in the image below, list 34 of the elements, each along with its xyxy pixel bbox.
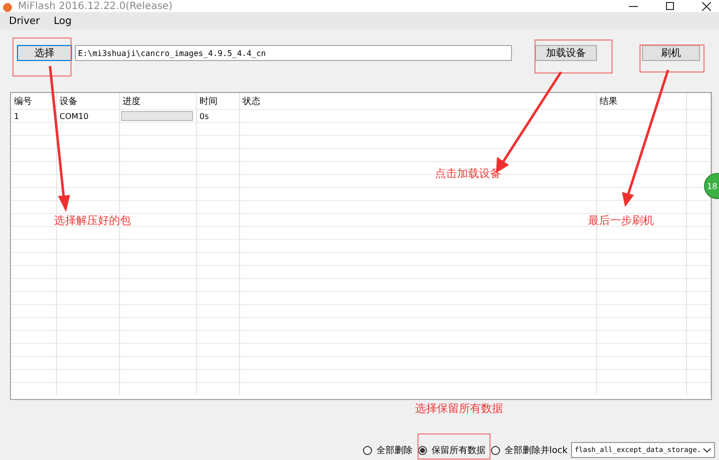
- close-icon[interactable]: [702, 2, 711, 10]
- column-header: 时间: [196, 93, 239, 110]
- highlight-box: [640, 44, 704, 72]
- flash-button[interactable]: 刷机: [642, 45, 700, 61]
- table-cell: COM10: [56, 110, 119, 122]
- menu-item[interactable]: Log: [46, 16, 79, 26]
- radio-button[interactable]: [491, 446, 500, 454]
- app-logo-icon: [3, 3, 12, 12]
- column-header: 结果: [596, 93, 686, 110]
- radio-label: 全部删除并lock: [504, 444, 568, 456]
- radio-label: 全部删除: [376, 444, 412, 456]
- load-device-button[interactable]: 加载设备: [535, 45, 597, 61]
- annotation-text: 最后一步刷机: [588, 213, 654, 228]
- table-cell: 1: [11, 110, 56, 122]
- window-title: MiFlash 2016.12.22.0(Release): [18, 1, 172, 12]
- menu-item[interactable]: Driver: [2, 16, 47, 26]
- radio-option[interactable]: 全部删除并lock: [491, 444, 568, 456]
- maximize-icon[interactable]: [666, 2, 674, 10]
- caret-icon: [703, 448, 711, 452]
- radio-label: 保留所有数据: [431, 444, 486, 456]
- path-field[interactable]: E:\mi3shuaji\cancro_images_4.9.5_4.4_cn: [75, 45, 512, 61]
- radio-button[interactable]: [363, 446, 372, 454]
- column-header: 进度: [119, 93, 196, 110]
- column-header: 状态: [239, 93, 596, 110]
- column-header: 设备: [56, 93, 119, 110]
- highlight-box: [12, 38, 72, 76]
- radio-option[interactable]: 保留所有数据: [418, 444, 486, 456]
- table-cell: 0s: [196, 110, 239, 122]
- column-header: 编号: [11, 93, 56, 110]
- annotation-text: 选择解压好的包: [54, 213, 131, 228]
- radio-option[interactable]: 全部删除: [363, 444, 412, 456]
- annotation-text: 选择保留所有数据: [415, 401, 503, 416]
- annotation-text: 点击加载设备: [435, 166, 501, 181]
- select-button[interactable]: 选择: [17, 45, 72, 61]
